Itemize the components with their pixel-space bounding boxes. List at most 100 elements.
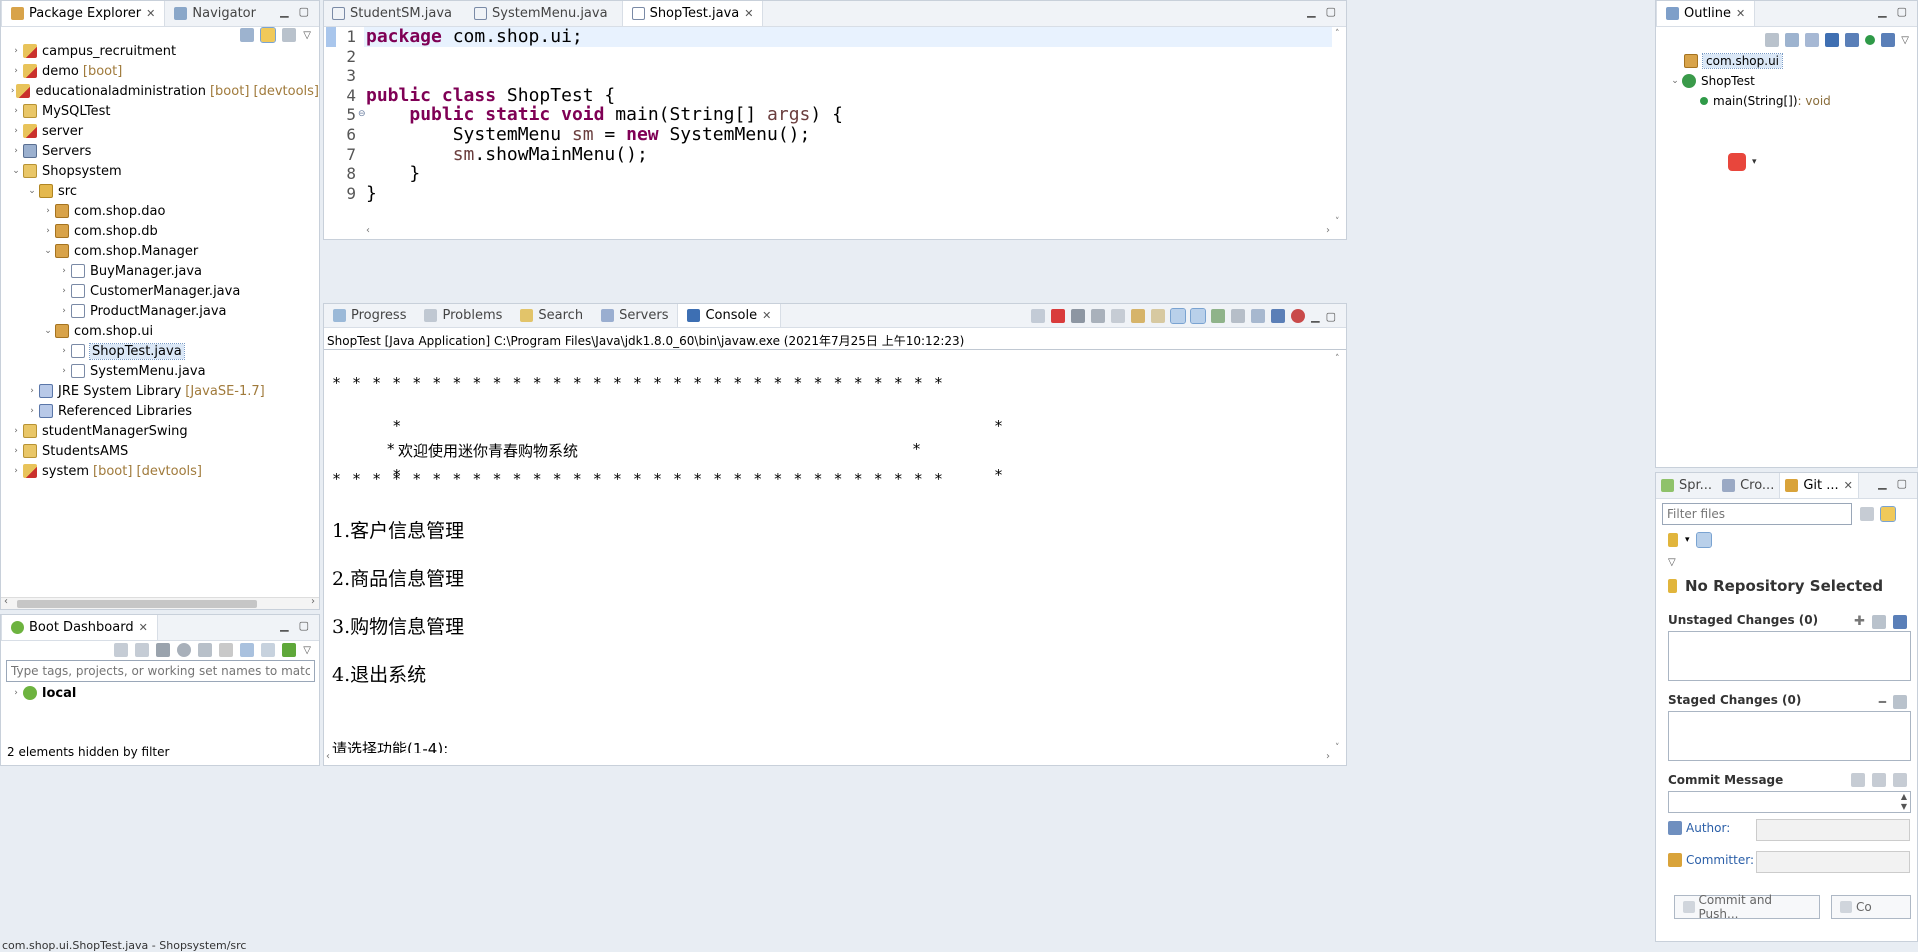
expand-arrow-icon[interactable]: › <box>9 46 23 56</box>
tree-item[interactable]: › campus_recruitment <box>1 41 319 61</box>
minimize-icon[interactable]: ▁ <box>1307 5 1315 18</box>
expand-arrow-icon[interactable]: › <box>9 146 23 156</box>
dropdown-icon[interactable]: ▾ <box>1685 535 1690 545</box>
clear-console-icon[interactable] <box>1111 309 1126 323</box>
maximize-icon[interactable]: ▢ <box>1897 5 1907 18</box>
commit-button[interactable]: Co <box>1831 895 1911 919</box>
fold-icon[interactable]: ⊖ <box>358 109 366 119</box>
close-icon[interactable]: ✕ <box>762 309 771 322</box>
filter-files-input[interactable] <box>1662 503 1852 525</box>
scroll-right-icon[interactable]: › <box>1326 751 1330 762</box>
tree-item[interactable]: › com.shop.db <box>1 221 319 241</box>
focus-icon[interactable] <box>1765 33 1780 47</box>
display-console-icon[interactable] <box>1231 309 1246 323</box>
outline-item-method[interactable]: main(String[]) : void <box>1656 91 1917 111</box>
editor-vertical-scrollbar[interactable]: ˄ ˅ <box>1332 27 1346 239</box>
minimize-icon[interactable]: ▁ <box>1878 477 1886 490</box>
filter-icon[interactable] <box>261 643 276 657</box>
tab-navigator[interactable]: Navigator <box>165 1 265 26</box>
show-on-output-icon[interactable] <box>1170 308 1187 324</box>
expand-arrow-icon[interactable]: › <box>57 346 71 356</box>
tree-item[interactable]: › StudentsAMS <box>1 441 319 461</box>
expand-arrow-icon[interactable]: › <box>9 426 23 436</box>
tab-studentsm-java[interactable]: StudentSM.java <box>324 1 466 26</box>
maximize-icon[interactable]: ▢ <box>1326 5 1336 18</box>
expand-arrow-icon[interactable]: › <box>9 446 23 456</box>
scroll-up-icon[interactable]: ˄ <box>1335 354 1340 364</box>
view-menu-icon[interactable]: ▽ <box>303 30 311 41</box>
tab-git-staging[interactable]: Git ... ✕ <box>1779 473 1859 498</box>
add-all-icon[interactable] <box>1872 614 1886 629</box>
tree-item[interactable]: › educationaladministration [boot] [devtoo… <box>1 81 319 101</box>
repository-icon[interactable] <box>1668 533 1678 547</box>
open-console-icon[interactable] <box>1211 309 1226 323</box>
spinner-icon[interactable]: ▲ ▼ <box>1901 792 1907 812</box>
maximize-icon[interactable]: ▢ <box>299 619 309 632</box>
tree-item[interactable]: › ProductManager.java <box>1 301 319 321</box>
hide-nonpublic-icon[interactable] <box>1865 35 1876 45</box>
scroll-left-icon[interactable]: ‹ <box>4 596 8 607</box>
expand-arrow-icon[interactable]: › <box>9 126 23 136</box>
console-output[interactable]: * * * * * * * * * * * * * * * * * * * * … <box>324 352 1332 758</box>
expand-arrow-icon[interactable]: › <box>57 286 71 296</box>
tree-item[interactable]: ⌄ Shopsystem <box>1 161 319 181</box>
minimize-icon[interactable]: ▁ <box>280 619 288 632</box>
expand-arrow-icon[interactable]: › <box>57 306 71 316</box>
scroll-thumb[interactable] <box>17 600 257 608</box>
console-horizontal-scrollbar[interactable]: ‹ › <box>324 751 1332 765</box>
tab-servers[interactable]: Servers <box>592 304 677 327</box>
expand-arrow-icon[interactable]: › <box>9 106 23 116</box>
tree-item[interactable]: › BuyManager.java <box>1 261 319 281</box>
scroll-up-icon[interactable]: ˄ <box>1335 29 1340 39</box>
table-icon[interactable] <box>240 643 255 657</box>
collapse-arrow-icon[interactable]: ⌄ <box>41 246 55 256</box>
close-icon[interactable]: ✕ <box>146 7 155 20</box>
add-icon[interactable]: ✚ <box>1854 614 1865 629</box>
tree-item[interactable]: › studentManagerSwing <box>1 421 319 441</box>
spring-icon[interactable] <box>1291 309 1306 323</box>
commit-message-field[interactable]: ▲ ▼ <box>1668 791 1911 813</box>
collapse-arrow-icon[interactable]: ⌄ <box>9 166 23 176</box>
expand-arrow-icon[interactable]: › <box>25 386 39 396</box>
tree-item[interactable]: › Servers <box>1 141 319 161</box>
presentation-icon[interactable] <box>1695 532 1712 548</box>
word-wrap-icon[interactable] <box>1151 309 1166 323</box>
hide-local-types-icon[interactable] <box>1881 33 1896 47</box>
tab-search[interactable]: Search <box>511 304 592 327</box>
view-menu-icon[interactable]: ▽ <box>303 645 311 656</box>
scroll-right-icon[interactable]: › <box>1326 225 1330 236</box>
editor-horizontal-scrollbar[interactable]: ‹ › <box>364 225 1332 239</box>
commit-and-push-button[interactable]: Commit and Push... <box>1674 893 1820 921</box>
tab-console[interactable]: Console ✕ <box>677 304 782 327</box>
expand-arrow-icon[interactable]: › <box>9 688 23 698</box>
spell-check-icon[interactable] <box>1851 773 1865 787</box>
committer-field[interactable] <box>1756 851 1910 873</box>
unstaged-changes-list[interactable] <box>1668 631 1911 681</box>
staged-changes-list[interactable] <box>1668 711 1911 761</box>
tree-item[interactable]: › JRE System Library [JavaSE-1.7] <box>1 381 319 401</box>
sort-icon[interactable] <box>1893 614 1907 629</box>
minimize-icon[interactable]: ▁ <box>1311 310 1319 323</box>
focus-icon[interactable] <box>282 28 297 42</box>
outline-item-class[interactable]: ⌄ ShopTest <box>1656 71 1917 91</box>
tree-item[interactable]: ⌄ com.shop.ui <box>1 321 319 341</box>
expand-arrow-icon[interactable]: › <box>9 66 23 76</box>
boot-dashboard-filter-input[interactable] <box>6 660 315 682</box>
expand-arrow-icon[interactable]: › <box>41 206 55 216</box>
sort-icon[interactable] <box>1805 33 1820 47</box>
minimize-icon[interactable]: ▁ <box>1878 5 1886 18</box>
view-menu-icon[interactable]: ▽ <box>1901 35 1909 46</box>
scroll-down-icon[interactable]: ˅ <box>1335 743 1340 753</box>
expand-arrow-icon[interactable]: › <box>25 406 39 416</box>
tree-item[interactable]: › ShopTest.java <box>1 341 319 361</box>
minimize-icon[interactable]: ▁ <box>280 5 288 18</box>
tree-item[interactable]: › Referenced Libraries <box>1 401 319 421</box>
terminate-icon[interactable] <box>1051 309 1066 323</box>
code-area[interactable]: package com.shop.ui; public class ShopTe… <box>366 27 843 203</box>
collapse-arrow-icon[interactable]: ⌄ <box>25 186 39 196</box>
expand-arrow-icon[interactable]: › <box>57 266 71 276</box>
tree-item-local[interactable]: › local <box>9 683 76 703</box>
tab-spring[interactable]: Spr... <box>1656 473 1717 498</box>
remove-all-icon[interactable] <box>1091 309 1106 323</box>
maximize-icon[interactable]: ▢ <box>1326 310 1336 323</box>
